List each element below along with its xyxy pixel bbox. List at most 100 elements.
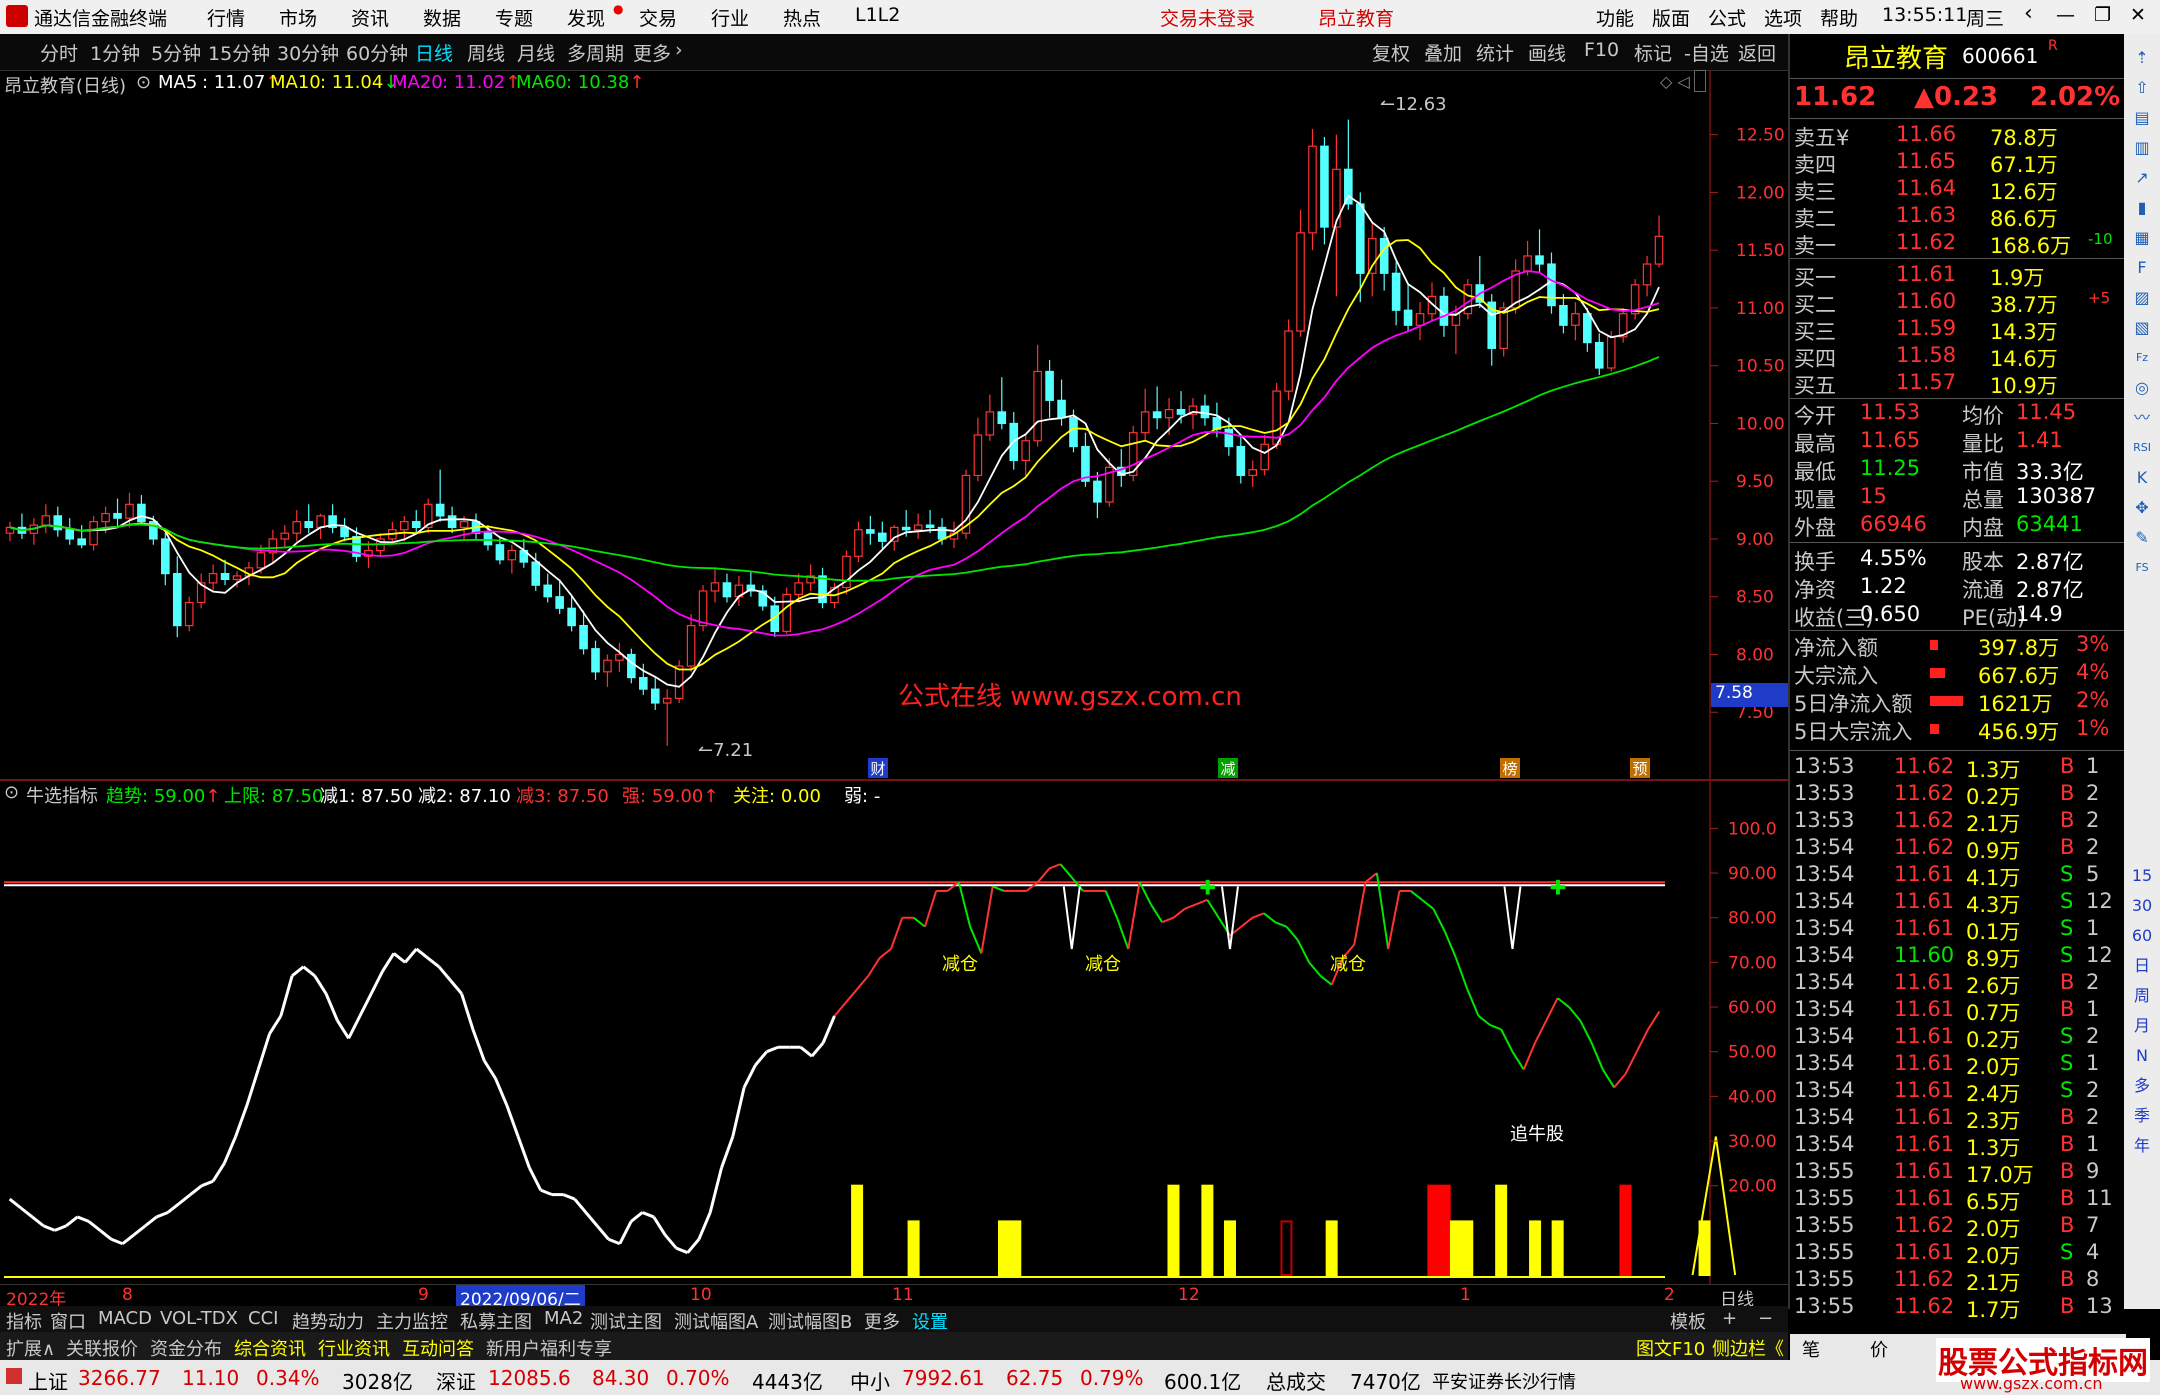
menu-hot[interactable]: 热点 xyxy=(783,4,821,31)
period-tab-more[interactable]: 更多 xyxy=(633,39,671,66)
side-period-1[interactable]: 30 xyxy=(2130,894,2154,918)
period-tab[interactable]: 60分钟 xyxy=(346,39,408,66)
f10-icon[interactable]: F xyxy=(2130,256,2154,280)
tab-main-monitor[interactable]: 主力监控 xyxy=(376,1308,448,1334)
menu-options[interactable]: 选项 xyxy=(1764,4,1802,31)
event-marker-reduce[interactable]: 减 xyxy=(1218,758,1238,778)
tab-more[interactable]: 更多 xyxy=(864,1308,900,1334)
restore-icon[interactable]: ❐ xyxy=(2094,4,2111,26)
tab-private-main[interactable]: 私募主图 xyxy=(460,1308,532,1334)
tab-sidebar[interactable]: 侧边栏《 xyxy=(1712,1335,1784,1361)
tab-related[interactable]: 关联报价 xyxy=(66,1335,138,1361)
k-icon[interactable]: K xyxy=(2130,466,2154,490)
tab-price[interactable]: 价 xyxy=(1870,1336,1888,1362)
period-tab[interactable]: 分时 xyxy=(40,39,78,66)
side-period-6[interactable]: N xyxy=(2130,1044,2154,1068)
index-name[interactable]: 中小 xyxy=(850,1366,890,1395)
pen-icon[interactable]: ✎ xyxy=(2130,526,2154,550)
tab-settings[interactable]: 设置 xyxy=(912,1308,948,1334)
toolbar-btn[interactable]: -自选 xyxy=(1684,39,1729,66)
menu-formula[interactable]: 公式 xyxy=(1708,4,1746,31)
back-icon[interactable]: ‹ xyxy=(2024,1,2033,26)
table-icon[interactable]: ▨ xyxy=(2130,286,2154,310)
side-period-7[interactable]: 多 xyxy=(2130,1074,2154,1098)
menu-industry[interactable]: 行业 xyxy=(711,4,749,31)
minimize-icon[interactable]: — xyxy=(2056,4,2075,26)
fz-icon[interactable]: Fz xyxy=(2130,346,2154,370)
period-tab[interactable]: 1分钟 xyxy=(90,39,140,66)
tab-expand[interactable]: 扩展∧ xyxy=(6,1335,55,1361)
chevron-right-icon[interactable]: › xyxy=(675,39,683,61)
menu-topics[interactable]: 专题 xyxy=(495,4,533,31)
menu-news[interactable]: 资讯 xyxy=(351,4,389,31)
list-icon[interactable]: ▦ xyxy=(2130,226,2154,250)
side-period-3[interactable]: 日 xyxy=(2130,954,2154,978)
tab-f10[interactable]: 图文F10 xyxy=(1636,1335,1705,1361)
period-tab[interactable]: 多周期 xyxy=(567,39,624,66)
close-icon[interactable]: ✕ xyxy=(2130,4,2146,26)
event-marker-finance[interactable]: 财 xyxy=(868,758,888,778)
period-tab[interactable]: 30分钟 xyxy=(277,39,339,66)
period-tab[interactable]: 15分钟 xyxy=(208,39,270,66)
tab-industry-news[interactable]: 行业资讯 xyxy=(318,1335,390,1361)
settings-icon[interactable]: ⊙ xyxy=(4,782,19,803)
toolbar-btn[interactable]: F10 xyxy=(1584,39,1619,61)
template-button[interactable]: 模板 xyxy=(1670,1308,1706,1334)
move-icon[interactable]: ✥ xyxy=(2130,496,2154,520)
menu-function[interactable]: 功能 xyxy=(1596,4,1634,31)
tab-news[interactable]: 综合资讯 xyxy=(234,1335,306,1361)
toolbar-btn[interactable]: 统计 xyxy=(1476,39,1514,66)
menu-l1l2[interactable]: L1L2 xyxy=(855,4,900,26)
circle-icon[interactable]: ◎ xyxy=(2130,376,2154,400)
toolbar-btn[interactable]: 返回 xyxy=(1738,39,1776,66)
menu-data[interactable]: 数据 xyxy=(423,4,461,31)
tab-tick[interactable]: 笔 xyxy=(1802,1336,1820,1362)
up-arrow-icon[interactable]: ⇡ xyxy=(2130,46,2154,70)
tab-trend-power[interactable]: 趋势动力 xyxy=(292,1308,364,1334)
period-tab[interactable]: 月线 xyxy=(517,39,555,66)
event-marker-forecast[interactable]: 预 xyxy=(1630,758,1650,778)
side-period-5[interactable]: 月 xyxy=(2130,1014,2154,1038)
tick-icon[interactable]: ⇧ xyxy=(2130,76,2154,100)
tab-vol[interactable]: VOL-TDX xyxy=(160,1308,238,1329)
candle-icon[interactable]: ▮ xyxy=(2130,196,2154,220)
tab-fund[interactable]: 资金分布 xyxy=(150,1335,222,1361)
toolbar-btn[interactable]: 叠加 xyxy=(1424,39,1462,66)
toolbar-btn[interactable]: 标记 xyxy=(1634,39,1672,66)
tab-qa[interactable]: 互动问答 xyxy=(402,1335,474,1361)
tab-window[interactable]: 窗口 xyxy=(50,1308,86,1334)
index-name[interactable]: 深证 xyxy=(436,1366,476,1395)
line-icon[interactable]: ↗ xyxy=(2130,166,2154,190)
menu-quotes[interactable]: 行情 xyxy=(207,4,245,31)
tab-indicator[interactable]: 指标 xyxy=(6,1308,42,1334)
menu-layout[interactable]: 版面 xyxy=(1652,4,1690,31)
side-period-9[interactable]: 年 xyxy=(2130,1134,2154,1158)
side-period-4[interactable]: 周 xyxy=(2130,984,2154,1008)
chart-collapse-icon[interactable]: ◇ ◁ xyxy=(1660,72,1690,91)
menu-discover[interactable]: 发现 xyxy=(567,4,605,31)
tab-ma2[interactable]: MA2 xyxy=(544,1308,583,1329)
side-period-2[interactable]: 60 xyxy=(2130,924,2154,948)
toolbar-btn[interactable]: 复权 xyxy=(1372,39,1410,66)
tab-welfare[interactable]: 新用户福利专享 xyxy=(486,1335,612,1361)
toolbar-btn[interactable]: 画线 xyxy=(1528,39,1566,66)
wave-icon[interactable]: 〰 xyxy=(2130,406,2154,430)
side-period-0[interactable]: 15 xyxy=(2130,864,2154,888)
zoom-in-icon[interactable]: + xyxy=(1722,1308,1737,1329)
tab-test-b[interactable]: 测试幅图B xyxy=(768,1308,852,1334)
period-tab-active[interactable]: 日线 xyxy=(415,39,453,66)
kline-chart[interactable]: 12.50 12.00 11.50 11.00 10.50 10.00 9.50 9.00 8.… xyxy=(0,70,1788,1285)
index-name[interactable]: 上证 xyxy=(28,1366,68,1395)
bar-icon[interactable]: ▥ xyxy=(2130,136,2154,160)
event-marker-list[interactable]: 榜 xyxy=(1500,758,1520,778)
zoom-out-icon[interactable]: − xyxy=(1758,1308,1773,1329)
tab-cci[interactable]: CCI xyxy=(248,1308,278,1329)
tab-macd[interactable]: MACD xyxy=(98,1308,152,1329)
menu-help[interactable]: 帮助 xyxy=(1820,4,1858,31)
settings-icon[interactable]: ⊙ xyxy=(136,72,151,93)
trade-status[interactable]: 交易未登录 xyxy=(1160,4,1255,31)
fs-icon[interactable]: FS xyxy=(2130,556,2154,580)
rsi-icon[interactable]: RSI xyxy=(2130,436,2154,460)
side-period-8[interactable]: 季 xyxy=(2130,1104,2154,1128)
menu-market[interactable]: 市场 xyxy=(279,4,317,31)
